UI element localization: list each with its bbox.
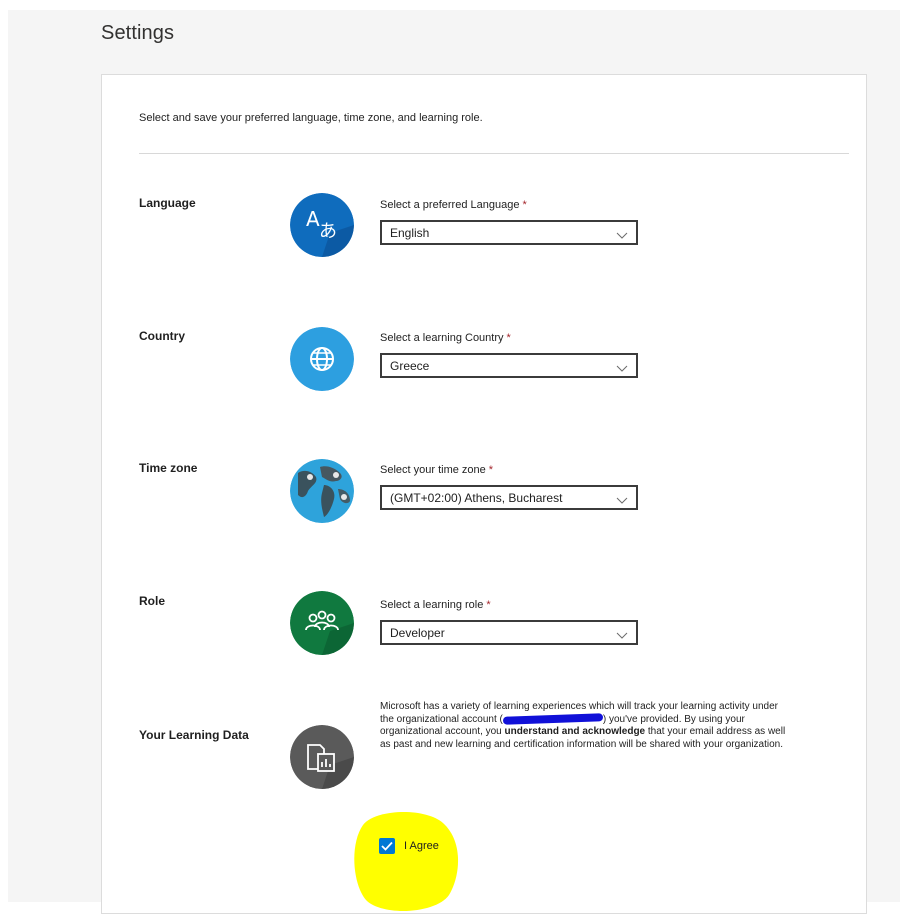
chevron-down-icon xyxy=(616,360,628,372)
timezone-section-label: Time zone xyxy=(139,461,198,475)
chevron-down-icon xyxy=(616,227,628,239)
timezone-select[interactable]: (GMT+02:00) Athens, Bucharest xyxy=(380,485,638,510)
chevron-down-icon xyxy=(616,492,628,504)
world-map-icon xyxy=(290,459,354,523)
language-section-label: Language xyxy=(139,196,196,210)
redacted-email xyxy=(502,713,603,725)
agree-checkbox[interactable] xyxy=(379,838,395,854)
language-translate-icon: A あ xyxy=(290,193,354,257)
role-select[interactable]: Developer xyxy=(380,620,638,645)
role-select-value: Developer xyxy=(390,626,445,640)
learning-data-section-label: Your Learning Data xyxy=(139,728,249,742)
divider xyxy=(139,153,849,154)
data-report-icon xyxy=(290,725,354,789)
svg-text:あ: あ xyxy=(319,221,337,242)
intro-text: Select and save your preferred language,… xyxy=(139,112,483,124)
yellow-highlight-annotation xyxy=(354,811,459,912)
svg-text:A: A xyxy=(306,207,320,231)
chevron-down-icon xyxy=(616,627,628,639)
page-title: Settings xyxy=(101,22,175,44)
country-section-label: Country xyxy=(139,329,185,343)
country-field-label: Select a learning Country * xyxy=(380,332,511,344)
globe-icon xyxy=(290,327,354,391)
timezone-field-label: Select your time zone * xyxy=(380,464,494,476)
role-section-label: Role xyxy=(139,594,166,608)
language-select[interactable]: English xyxy=(380,220,638,245)
learning-data-disclosure: Microsoft has a variety of learning expe… xyxy=(380,701,786,750)
role-field-label: Select a learning role * xyxy=(380,599,491,611)
country-select-value: Greece xyxy=(390,359,430,373)
timezone-select-value: (GMT+02:00) Athens, Bucharest xyxy=(390,491,563,505)
language-select-value: English xyxy=(390,226,430,240)
people-group-icon xyxy=(290,591,354,655)
language-field-label: Select a preferred Language * xyxy=(380,199,527,211)
country-select[interactable]: Greece xyxy=(380,353,638,378)
agree-label[interactable]: I Agree xyxy=(404,840,439,852)
settings-card: Select and save your preferred language,… xyxy=(101,74,867,914)
checkmark-icon xyxy=(381,841,393,851)
